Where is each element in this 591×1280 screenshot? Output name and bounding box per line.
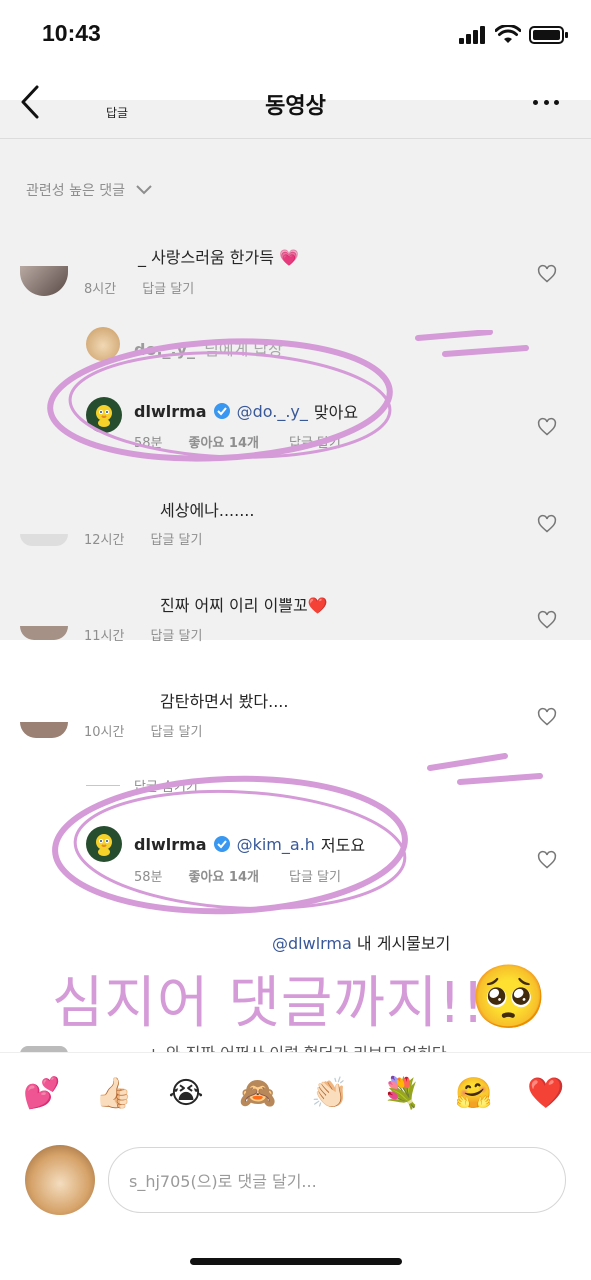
heart-icon[interactable] xyxy=(537,514,557,534)
status-icons xyxy=(459,24,569,46)
highlight-scribble xyxy=(52,753,543,915)
partial-text: 내 게시물보기 xyxy=(356,934,451,953)
reply-button[interactable]: 답글 달기 xyxy=(150,721,202,740)
heart-icon[interactable] xyxy=(537,610,557,630)
avatar[interactable] xyxy=(20,722,68,738)
dot-icon xyxy=(554,100,559,105)
heart-icon[interactable] xyxy=(537,417,557,437)
sort-label: 관련성 높은 댓글 xyxy=(26,183,126,199)
reaction-heart-two-icon[interactable]: 💕 xyxy=(22,1076,62,1111)
heart-icon[interactable] xyxy=(537,707,557,727)
dot-icon xyxy=(533,100,538,105)
heart-icon[interactable] xyxy=(537,264,557,284)
status-time: 10:43 xyxy=(42,20,101,46)
dot-icon xyxy=(543,100,549,105)
reaction-bouquet-icon[interactable]: 💐 xyxy=(382,1076,422,1111)
reaction-thumbs-up-icon[interactable]: 👍🏻 xyxy=(94,1076,134,1111)
divider xyxy=(0,138,591,139)
wifi-icon xyxy=(495,25,521,43)
sort-dropdown[interactable]: 관련성 높은 댓글 xyxy=(26,180,153,200)
comment-text: _ 사랑스러움 한가득 💗 xyxy=(138,248,299,267)
reaction-clap-icon[interactable]: 👏🏻 xyxy=(310,1076,350,1111)
reply-button[interactable]: 답글 달기 xyxy=(150,529,202,548)
reply-button[interactable]: 답글 달기 xyxy=(150,625,202,644)
page-title: 동영상 xyxy=(265,94,326,119)
comment-meta: 10시간 답글 달기 xyxy=(84,721,202,740)
screen: 10:43 답글 동영상 관련성 높은 댓글 _ 사랑스러움 한가득 💗 8시간… xyxy=(0,0,591,1280)
reaction-bar xyxy=(0,1052,591,1142)
comment-time: 12시간 xyxy=(84,533,125,548)
comment-time: 8시간 xyxy=(84,282,117,297)
partial-comment: @dlwlrma 내 게시물보기 xyxy=(272,930,450,954)
highlight-scribble xyxy=(47,330,529,462)
comment-text: 감탄하면서 봤다.... xyxy=(160,692,289,711)
comment-input-placeholder: s_hj705(으)로 댓글 달기... xyxy=(129,1172,317,1191)
reaction-red-heart-icon[interactable]: ❤️ xyxy=(526,1076,566,1111)
more-options-button[interactable] xyxy=(533,100,559,108)
reply-button[interactable]: 답글 달기 xyxy=(142,278,194,297)
battery-icon xyxy=(529,26,568,44)
comment-text: 세상에나....... xyxy=(160,501,255,520)
comment-time: 10시간 xyxy=(84,725,125,740)
home-indicator[interactable] xyxy=(190,1258,402,1265)
comment-meta: 11시간 답글 달기 xyxy=(84,625,202,644)
user-avatar[interactable] xyxy=(25,1145,95,1215)
overlay-caption: 심지어 댓글까지!! xyxy=(52,971,486,1036)
pleading-face-icon: 🥺 xyxy=(470,960,548,1033)
comment-time: 11시간 xyxy=(84,629,125,644)
comment-meta: 12시간 답글 달기 xyxy=(84,529,202,548)
reaction-see-no-evil-icon[interactable]: 🙈 xyxy=(238,1076,278,1111)
comment-meta: 8시간 답글 달기 xyxy=(84,278,194,297)
comment-text: 진짜 어찌 이리 이쁠꼬❤️ xyxy=(160,596,328,615)
comment-input[interactable]: s_hj705(으)로 댓글 달기... xyxy=(108,1147,566,1213)
mention-link[interactable]: @dlwlrma xyxy=(272,934,352,953)
reaction-crying-icon[interactable]: 😭 xyxy=(166,1076,206,1111)
avatar[interactable] xyxy=(20,534,68,546)
signal-icon xyxy=(459,26,485,44)
avatar[interactable] xyxy=(20,626,68,640)
reaction-hug-icon[interactable]: 🤗 xyxy=(454,1076,494,1111)
chevron-down-icon xyxy=(136,185,152,195)
